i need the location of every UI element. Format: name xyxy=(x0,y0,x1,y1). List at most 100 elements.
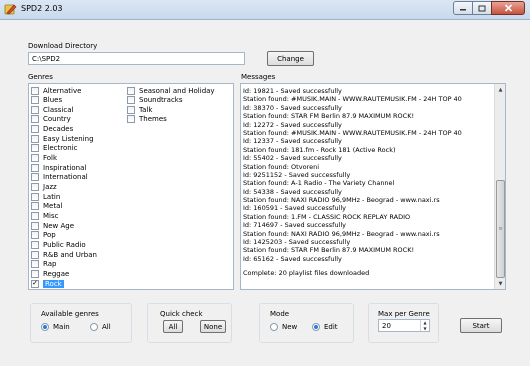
app-icon xyxy=(4,4,17,15)
mode-label: Mode xyxy=(270,310,290,318)
message-line: Station found: Otvoreni xyxy=(243,162,320,171)
checkbox-icon[interactable] xyxy=(31,221,39,230)
message-line: Id: 12272 - Saved successfully xyxy=(243,120,342,129)
checkbox-icon[interactable] xyxy=(31,240,39,249)
checkbox-icon[interactable] xyxy=(31,105,39,114)
genre-item[interactable]: Rap xyxy=(31,260,56,269)
max-per-genre-spinner[interactable]: 20 ▲ ▼ xyxy=(378,319,430,332)
genre-item[interactable]: Folk xyxy=(31,154,57,163)
radio-new[interactable]: New xyxy=(270,323,297,331)
scroll-up-arrow[interactable]: ▲ xyxy=(495,84,505,95)
checkbox-icon[interactable] xyxy=(31,115,39,124)
minimize-button[interactable] xyxy=(453,1,473,15)
genre-item[interactable]: Latin xyxy=(31,192,60,201)
genre-item[interactable]: Jazz xyxy=(31,183,57,192)
checkbox-icon[interactable] xyxy=(127,96,135,105)
genre-item[interactable]: Easy Listening xyxy=(31,134,94,143)
checkbox-icon[interactable] xyxy=(31,86,39,95)
genre-item[interactable]: Themes xyxy=(127,115,167,124)
genres-checklist[interactable]: Alternative Blues Classical Country Decades E… xyxy=(28,83,234,290)
checkbox-icon[interactable] xyxy=(31,134,39,143)
spin-down-icon[interactable]: ▼ xyxy=(421,326,429,332)
message-line: Id: 65162 - Saved successfully xyxy=(243,254,342,263)
download-directory-input[interactable]: C:\SPD2 xyxy=(28,52,245,65)
check-none-button[interactable]: None xyxy=(200,320,226,333)
close-button[interactable] xyxy=(491,1,525,15)
message-line: Station found: #MUSIK.MAIN - WWW.RAUTEMU… xyxy=(243,128,462,137)
checkbox-icon[interactable] xyxy=(31,173,39,182)
genre-item[interactable]: Country xyxy=(31,115,71,124)
genre-label: Alternative xyxy=(43,86,82,95)
checkbox-icon[interactable] xyxy=(31,192,39,201)
message-line: Station found: STAR FM Berlin 87.9 MAXIM… xyxy=(243,246,415,255)
radio-edit-label: Edit xyxy=(324,323,338,331)
checkbox-icon[interactable] xyxy=(127,105,135,114)
genre-item[interactable]: Soundtracks xyxy=(127,96,183,105)
message-line: Station found: 1.FM - CLASSIC ROCK REPLA… xyxy=(243,212,411,221)
genre-label: Country xyxy=(43,115,71,124)
genre-item[interactable]: Inspirational xyxy=(31,163,86,172)
maximize-icon xyxy=(478,5,486,11)
genre-item[interactable]: New Age xyxy=(31,221,74,230)
radio-edit-indicator[interactable] xyxy=(312,323,320,331)
checkbox-icon[interactable] xyxy=(31,269,39,278)
checkbox-icon[interactable] xyxy=(31,202,39,211)
checkbox-checked-icon[interactable]: ✓ xyxy=(31,279,39,288)
message-line: Id: 714697 - Saved successfully xyxy=(243,221,347,230)
radio-main[interactable]: Main xyxy=(41,323,70,331)
genre-label: Folk xyxy=(43,154,58,163)
radio-new-indicator[interactable] xyxy=(270,323,278,331)
radio-all-indicator[interactable] xyxy=(90,323,98,331)
genre-item[interactable]: Metal xyxy=(31,202,62,211)
genre-item[interactable]: Classical xyxy=(31,105,73,114)
checkbox-icon[interactable] xyxy=(127,86,135,95)
genre-item[interactable]: Alternative xyxy=(31,86,81,95)
genre-item[interactable]: Seasonal and Holiday xyxy=(127,86,215,95)
checkbox-icon[interactable] xyxy=(31,231,39,240)
messages-scrollbar[interactable]: ▲ ≡ ▼ xyxy=(494,84,505,289)
checkbox-icon[interactable] xyxy=(127,115,135,124)
genre-item[interactable]: Talk xyxy=(127,105,152,114)
genre-item[interactable]: Decades xyxy=(31,125,73,134)
genre-label: Metal xyxy=(43,202,63,211)
checkbox-icon[interactable] xyxy=(31,144,39,153)
change-button[interactable]: Change xyxy=(267,51,314,66)
genre-item[interactable]: Electronic xyxy=(31,144,78,153)
message-line: Station found: NAXI RADIO 96,9MHz - Beog… xyxy=(243,229,440,238)
checkbox-icon[interactable] xyxy=(31,125,39,134)
radio-main-indicator[interactable] xyxy=(41,323,49,331)
checkbox-icon[interactable] xyxy=(31,154,39,163)
genre-label: Jazz xyxy=(43,183,57,191)
genre-label: New Age xyxy=(43,221,75,230)
checkbox-icon[interactable] xyxy=(31,250,39,259)
genre-item[interactable]: Reggae xyxy=(31,269,69,278)
radio-edit[interactable]: Edit xyxy=(312,323,338,331)
genre-item[interactable]: ✓ Rock xyxy=(31,279,64,288)
checkbox-icon[interactable] xyxy=(31,260,39,269)
window-controls xyxy=(453,1,525,15)
max-per-genre-value: 20 xyxy=(382,322,391,330)
radio-all-label: All xyxy=(102,323,111,331)
message-line: Id: 9251152 - Saved successfully xyxy=(243,170,351,179)
checkbox-icon[interactable] xyxy=(31,163,39,172)
window-title: SPD2 2.03 xyxy=(21,4,63,13)
checkbox-icon[interactable] xyxy=(31,211,39,220)
genre-item[interactable]: Misc xyxy=(31,211,58,220)
scroll-thumb[interactable]: ≡ xyxy=(496,180,505,278)
maximize-button[interactable] xyxy=(472,1,492,15)
scroll-down-arrow[interactable]: ▼ xyxy=(495,278,505,289)
genre-item[interactable]: Pop xyxy=(31,231,56,240)
genre-item[interactable]: Blues xyxy=(31,96,62,105)
message-line: Id: 55402 - Saved successfully xyxy=(243,154,342,163)
message-line: Id: 54338 - Saved successfully xyxy=(243,187,342,196)
checkbox-icon[interactable] xyxy=(31,96,39,105)
genre-item[interactable]: R&B and Urban xyxy=(31,250,97,259)
messages-log[interactable]: Id: 19821 - Saved successfully Station fo… xyxy=(240,83,506,290)
radio-all[interactable]: All xyxy=(90,323,111,331)
genre-item[interactable]: International xyxy=(31,173,88,182)
genre-item[interactable]: Public Radio xyxy=(31,240,86,249)
start-button[interactable]: Start xyxy=(460,318,502,333)
genre-label: Rock xyxy=(43,279,64,288)
check-all-button[interactable]: All xyxy=(163,320,183,333)
checkbox-icon[interactable] xyxy=(31,183,39,191)
